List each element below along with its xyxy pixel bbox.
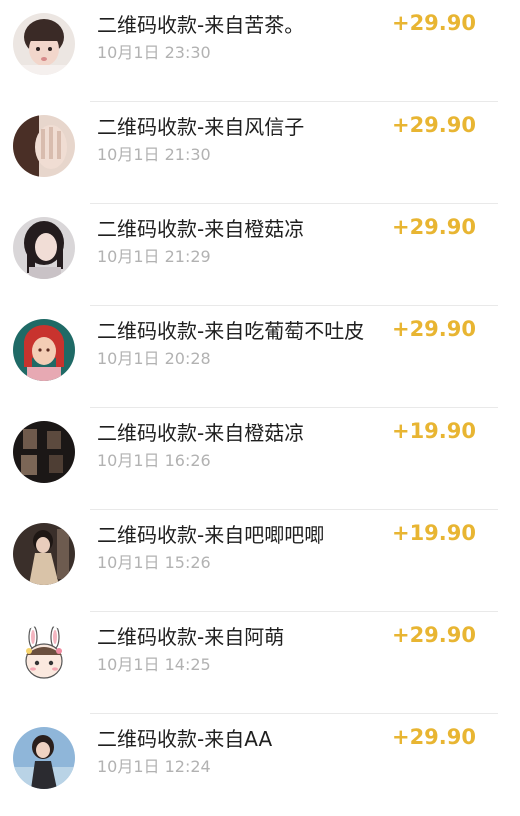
avatar-dark-icon xyxy=(13,421,75,483)
avatar-sky-icon xyxy=(13,727,75,789)
transaction-time: 10月1日 21:29 xyxy=(97,247,211,266)
transaction-title: 二维码收款-来自阿萌 xyxy=(97,625,285,649)
transaction-time: 10月1日 23:30 xyxy=(97,43,211,62)
transaction-row[interactable]: 二维码收款-来自吧唧吧唧 10月1日 15:26 +19.90 xyxy=(0,510,520,612)
transaction-title: 二维码收款-来自苦茶。 xyxy=(97,13,305,37)
transaction-amount: +29.90 xyxy=(391,215,476,239)
transaction-title: 二维码收款-来自橙菇凉 xyxy=(97,421,305,445)
transaction-row[interactable]: 二维码收款-来自橙菇凉 10月1日 21:29 +29.90 xyxy=(0,204,520,306)
avatar-hand-icon xyxy=(13,115,75,177)
transaction-row[interactable]: 二维码收款-来自苦茶。 10月1日 23:30 +29.90 xyxy=(0,0,520,102)
transaction-time: 10月1日 21:30 xyxy=(97,145,211,164)
transaction-amount: +29.90 xyxy=(391,623,476,647)
avatar-woman-icon xyxy=(13,217,75,279)
avatar-anime-icon xyxy=(13,319,75,381)
transaction-title: 二维码收款-来自AA xyxy=(97,727,273,751)
transaction-time: 10月1日 14:25 xyxy=(97,655,211,674)
avatar-girl-icon xyxy=(13,13,75,75)
transaction-row[interactable]: 二维码收款-来自风信子 10月1日 21:30 +29.90 xyxy=(0,102,520,204)
transaction-amount: +19.90 xyxy=(391,521,476,545)
transaction-row[interactable]: 二维码收款-来自吃葡萄不吐皮 10月1日 20:28 +29.90 xyxy=(0,306,520,408)
transaction-amount: +29.90 xyxy=(391,317,476,341)
transaction-amount: +29.90 xyxy=(391,725,476,749)
avatar-dress-icon xyxy=(13,523,75,585)
transaction-time: 10月1日 20:28 xyxy=(97,349,211,368)
transaction-title: 二维码收款-来自吃葡萄不吐皮 xyxy=(97,319,365,343)
transaction-title: 二维码收款-来自风信子 xyxy=(97,115,305,139)
transaction-time: 10月1日 15:26 xyxy=(97,553,211,572)
transaction-time: 10月1日 12:24 xyxy=(97,757,211,776)
transaction-time: 10月1日 16:26 xyxy=(97,451,211,470)
transaction-row[interactable]: 二维码收款-来自橙菇凉 10月1日 16:26 +19.90 xyxy=(0,408,520,510)
avatar-bunny-icon xyxy=(13,625,75,687)
transaction-row[interactable]: 二维码收款-来自阿萌 10月1日 14:25 +29.90 xyxy=(0,612,520,714)
transaction-list: 二维码收款-来自苦茶。 10月1日 23:30 +29.90 二维码收款-来自风… xyxy=(0,0,520,806)
transaction-amount: +19.90 xyxy=(391,419,476,443)
transaction-title: 二维码收款-来自橙菇凉 xyxy=(97,217,305,241)
transaction-row[interactable]: 二维码收款-来自AA 10月1日 12:24 +29.90 xyxy=(0,714,520,816)
transaction-amount: +29.90 xyxy=(391,113,476,137)
transaction-amount: +29.90 xyxy=(391,11,476,35)
transaction-title: 二维码收款-来自吧唧吧唧 xyxy=(97,523,325,547)
